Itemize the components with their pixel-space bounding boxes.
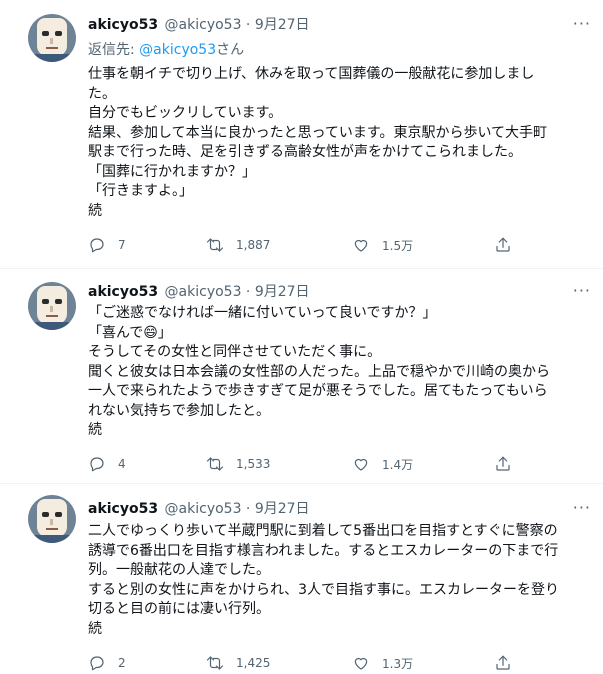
handle-and-date[interactable]: @akicyo53 · 9月27日 [165, 501, 310, 517]
tweet-text: 二人でゆっくり歩いて半蔵門駅に到着して5番出口を目指すとすぐに警察の 誘導で6番… [88, 523, 560, 637]
reply-count: 4 [118, 457, 126, 471]
like-button[interactable]: 1.3万 [352, 654, 413, 672]
tweet-header: akicyo53 @akicyo53 · 9月27日 [88, 16, 310, 34]
reply-context: 返信先: @akicyo53さん [88, 39, 244, 59]
share-button[interactable] [494, 654, 524, 672]
tweet-3[interactable]: akicyo53 @akicyo53 · 9月27日 ··· 二人でゆっくり歩い… [0, 484, 603, 671]
retweet-icon [206, 656, 224, 670]
handle-and-date[interactable]: @akicyo53 · 9月27日 [165, 284, 310, 300]
reply-suffix: さん [216, 42, 245, 58]
display-name[interactable]: akicyo53 [88, 284, 158, 300]
tweet-text: 「ご迷惑でなければ一緒に付いていって良いですか？」 「喜んで😄」 そうしてその女… [88, 305, 550, 438]
retweet-button[interactable]: 1,533 [206, 455, 270, 473]
share-icon [496, 237, 510, 252]
retweet-icon [206, 238, 224, 252]
tweet-1[interactable]: akicyo53 @akicyo53 · 9月27日 ··· 返信先: @aki… [0, 0, 603, 269]
reply-icon [90, 656, 104, 671]
retweet-count: 1,533 [236, 457, 271, 471]
share-button[interactable] [494, 236, 524, 254]
display-name[interactable]: akicyo53 [88, 17, 158, 33]
more-options-icon[interactable]: ··· [573, 498, 591, 517]
like-button[interactable]: 1.4万 [352, 455, 413, 473]
tweet-2[interactable]: akicyo53 @akicyo53 · 9月27日 ··· 「ご迷惑でなければ… [0, 269, 603, 484]
retweet-count: 1,887 [236, 238, 271, 252]
like-button[interactable]: 1.5万 [352, 236, 413, 254]
avatar[interactable] [28, 495, 76, 543]
like-count: 1.5万 [382, 238, 414, 253]
share-icon [496, 456, 510, 471]
like-icon [354, 458, 368, 471]
avatar[interactable] [28, 14, 76, 62]
more-options-icon[interactable]: ··· [573, 281, 591, 300]
share-icon [496, 655, 510, 670]
like-count: 1.4万 [382, 457, 414, 472]
tweet-header: akicyo53 @akicyo53 · 9月27日 [88, 500, 310, 518]
like-icon [354, 657, 368, 670]
tweet-header: akicyo53 @akicyo53 · 9月27日 [88, 283, 310, 301]
tweet-actions: 4 1,533 1.4万 [88, 455, 528, 475]
reply-count: 2 [118, 656, 126, 670]
display-name[interactable]: akicyo53 [88, 501, 158, 517]
reply-prefix: 返信先: [88, 42, 140, 58]
reply-icon [90, 457, 104, 472]
reply-mention-link[interactable]: @akicyo53 [139, 42, 216, 58]
tweet-actions: 7 1,887 1.5万 [88, 236, 528, 256]
tweet-text: 仕事を朝イチで切り上げ、休みを取って国葬儀の一般献花に参加しまし た。 自分でも… [88, 66, 548, 219]
like-count: 1.3万 [382, 656, 414, 671]
retweet-count: 1,425 [236, 656, 271, 670]
tweet-actions: 2 1,425 1.3万 [88, 654, 528, 674]
reply-button[interactable]: 7 [88, 236, 126, 254]
retweet-button[interactable]: 1,425 [206, 654, 270, 672]
reply-count: 7 [118, 238, 126, 252]
retweet-icon [206, 457, 224, 471]
reply-button[interactable]: 2 [88, 654, 126, 672]
more-options-icon[interactable]: ··· [573, 14, 591, 33]
handle-and-date[interactable]: @akicyo53 · 9月27日 [165, 17, 310, 33]
like-icon [354, 239, 368, 252]
share-button[interactable] [494, 455, 524, 473]
reply-button[interactable]: 4 [88, 455, 126, 473]
retweet-button[interactable]: 1,887 [206, 236, 270, 254]
reply-icon [90, 238, 104, 253]
avatar[interactable] [28, 282, 76, 330]
